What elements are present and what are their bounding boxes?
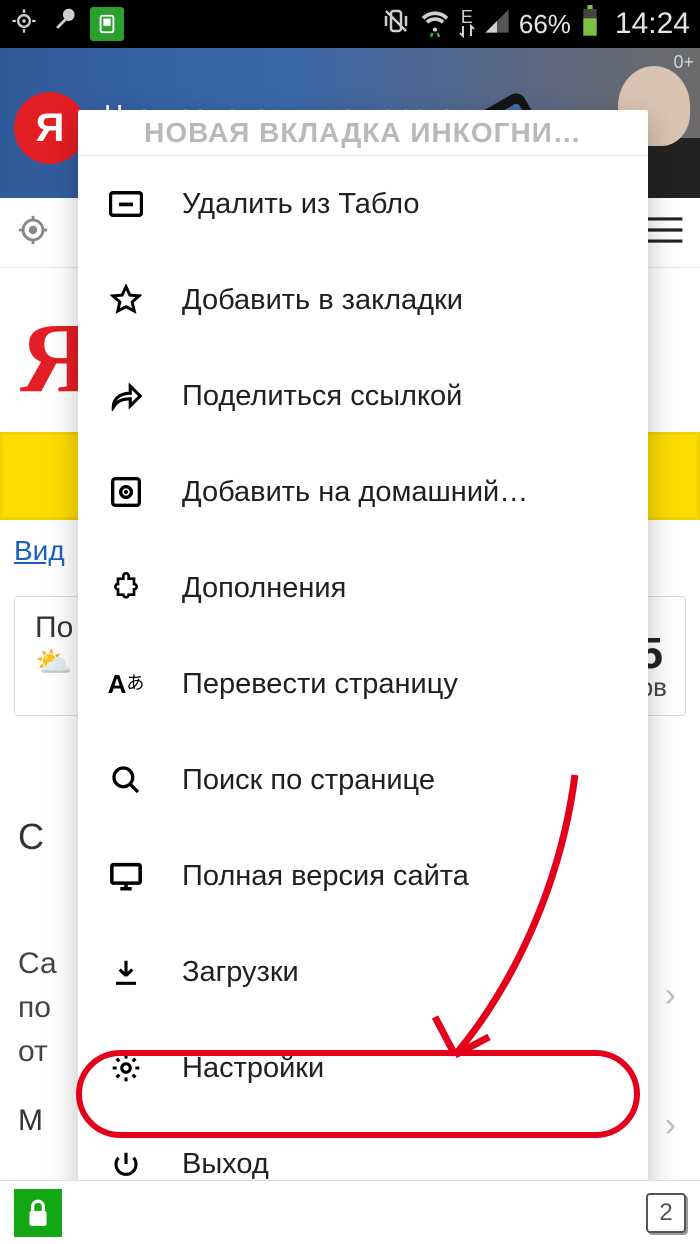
bottom-toolbar: 2 bbox=[0, 1180, 700, 1244]
news-preview[interactable]: Са по от bbox=[18, 942, 57, 1074]
battery-icon bbox=[579, 5, 601, 44]
menu-item-find-in-page[interactable]: Поиск по странице bbox=[78, 732, 648, 828]
menu-header[interactable]: НОВАЯ ВКЛАДКА ИНКОГНИ… bbox=[78, 110, 648, 156]
menu-item-label: Выход bbox=[182, 1148, 269, 1181]
chevron-right-icon[interactable]: › bbox=[665, 1106, 676, 1145]
lock-icon[interactable] bbox=[14, 1189, 62, 1237]
power-icon bbox=[106, 1149, 146, 1179]
signal-icon bbox=[483, 7, 511, 42]
tab-counter[interactable]: 2 bbox=[646, 1193, 686, 1233]
menu-item-label: Добавить на домашний… bbox=[182, 476, 528, 509]
star-icon bbox=[106, 284, 146, 316]
app-icon bbox=[90, 7, 124, 41]
menu-item-add-homescreen[interactable]: Добавить на домашний… bbox=[78, 444, 648, 540]
menu-item-label: Полная версия сайта bbox=[182, 860, 469, 893]
puzzle-icon bbox=[106, 572, 146, 604]
menu-item-label: Поделиться ссылкой bbox=[182, 380, 462, 413]
news-line1: Са bbox=[18, 947, 57, 980]
vibrate-icon bbox=[381, 6, 411, 43]
search-icon bbox=[106, 764, 146, 796]
video-link[interactable]: Вид bbox=[14, 535, 65, 567]
menu-item-label: Перевести страницу bbox=[182, 668, 458, 701]
menu-item-label: Удалить из Табло bbox=[182, 188, 420, 221]
news-line3: от bbox=[18, 1035, 48, 1068]
menu-item-desktop-version[interactable]: Полная версия сайта bbox=[78, 828, 648, 924]
age-rating: 0+ bbox=[673, 52, 694, 73]
hamburger-icon[interactable] bbox=[646, 215, 684, 250]
wrench-icon bbox=[50, 7, 78, 42]
network-type: E bbox=[459, 10, 475, 38]
weather-label: По bbox=[35, 611, 73, 644]
status-bar: E 66% 14:24 bbox=[0, 0, 700, 48]
chevron-right-icon[interactable]: › bbox=[665, 976, 676, 1015]
menu-item-remove-from-tablo[interactable]: Удалить из Табло bbox=[78, 156, 648, 252]
menu-item-label: Настройки bbox=[182, 1052, 324, 1085]
clock: 14:24 bbox=[615, 7, 690, 41]
download-icon bbox=[106, 956, 146, 988]
locate-icon[interactable] bbox=[16, 213, 50, 252]
menu-item-share-link[interactable]: Поделиться ссылкой bbox=[78, 348, 648, 444]
news-line2: по bbox=[18, 991, 51, 1024]
minus-box-icon bbox=[106, 191, 146, 217]
menu-item-extensions[interactable]: Дополнения bbox=[78, 540, 648, 636]
weather-sun-icon: ⛅ bbox=[35, 646, 72, 679]
gear-icon bbox=[106, 1052, 146, 1084]
browser-menu: НОВАЯ ВКЛАДКА ИНКОГНИ… Удалить из Табло … bbox=[78, 110, 648, 1212]
menu-item-label: Добавить в закладки bbox=[182, 284, 463, 317]
section-letter-c: С bbox=[18, 816, 44, 858]
menu-item-settings[interactable]: Настройки bbox=[78, 1020, 648, 1116]
translate-icon: Aあ bbox=[106, 669, 146, 700]
battery-percent: 66% bbox=[519, 9, 571, 40]
wifi-icon bbox=[419, 5, 451, 44]
gps-icon bbox=[10, 7, 38, 42]
monitor-icon bbox=[106, 861, 146, 891]
section-letter-m: М bbox=[18, 1104, 43, 1138]
menu-item-label: Поиск по странице bbox=[182, 764, 435, 797]
menu-item-translate[interactable]: Aあ Перевести страницу bbox=[78, 636, 648, 732]
menu-item-label: Загрузки bbox=[182, 956, 299, 989]
yandex-logo-round: Я bbox=[14, 92, 86, 164]
share-icon bbox=[106, 381, 146, 411]
target-square-icon bbox=[106, 476, 146, 508]
menu-item-label: Дополнения bbox=[182, 572, 346, 605]
menu-item-downloads[interactable]: Загрузки bbox=[78, 924, 648, 1020]
menu-item-add-bookmark[interactable]: Добавить в закладки bbox=[78, 252, 648, 348]
